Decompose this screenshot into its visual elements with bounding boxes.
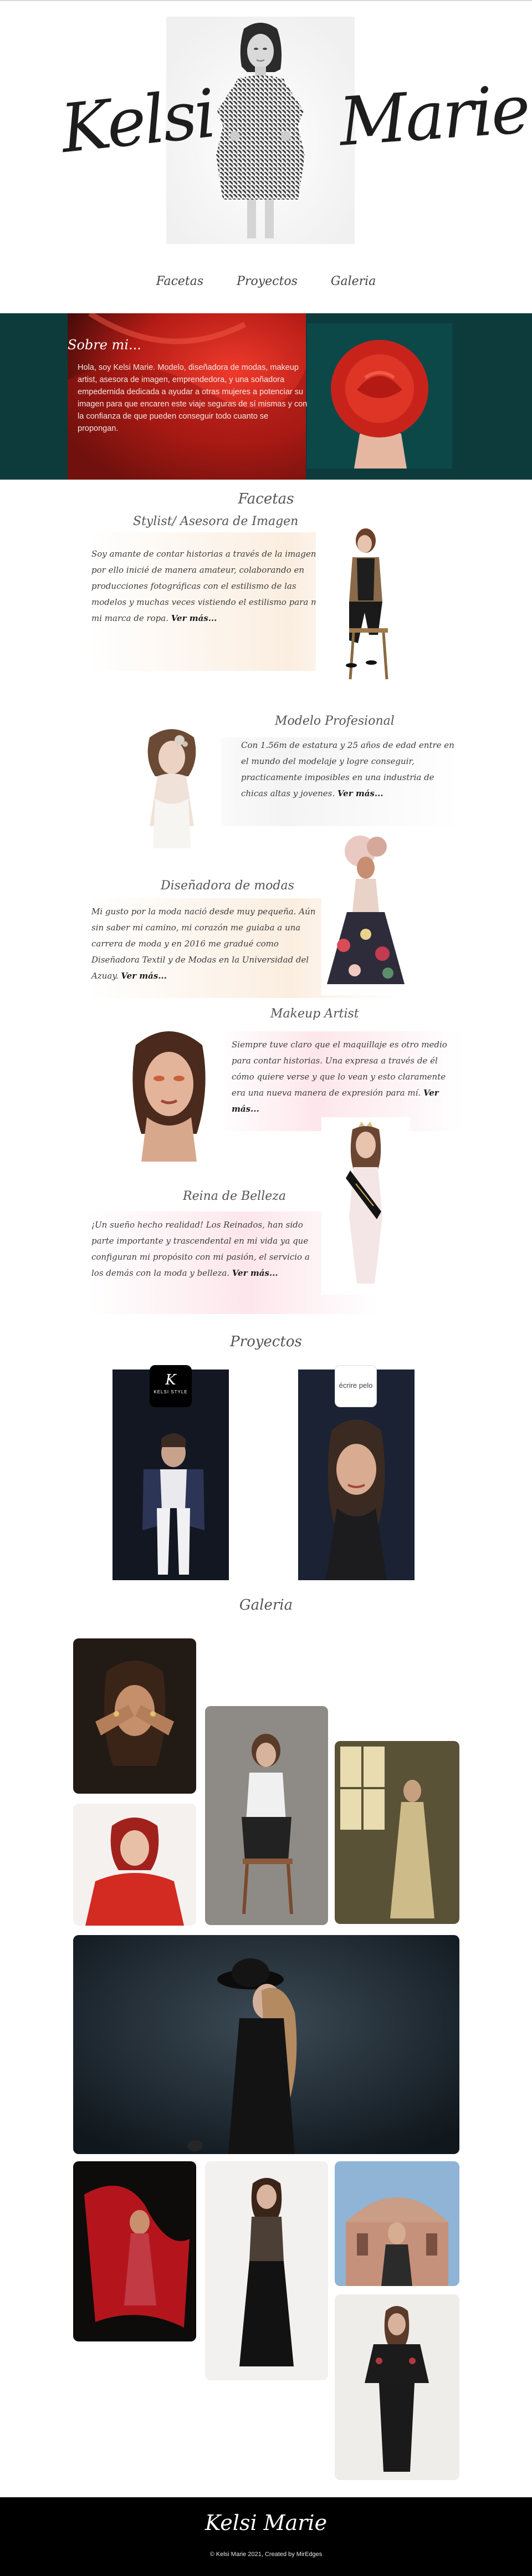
modelo-heading: Modelo Profesional <box>275 714 395 728</box>
nav-link-galeria[interactable]: Galeria <box>331 274 376 288</box>
makeup-heading: Makeup Artist <box>270 1007 359 1021</box>
about-text: Hola, soy Kelsi Marie. Modelo, diseñador… <box>78 363 308 433</box>
ecrire-pelo-logo-text: écrire pelo <box>339 1381 373 1389</box>
top-divider <box>0 0 532 1</box>
footer-copyright: © Kelsi Marie 2021, Created by MirEdges <box>209 2551 323 2558</box>
disenadora-body: Mi gusto por la moda nació desde muy peq… <box>91 907 316 981</box>
disenadora-more-link[interactable]: Ver más... <box>121 971 167 981</box>
stylist-photo <box>316 524 405 690</box>
stylist-more-link[interactable]: Ver más... <box>171 613 217 623</box>
stylist-text: Soy amante de contar historias a través … <box>91 546 330 627</box>
facetas-title: Facetas <box>238 491 294 507</box>
modelo-photo <box>116 715 222 848</box>
nav-link-facetas[interactable]: Facetas <box>156 274 203 288</box>
gallery-photo-hands[interactable] <box>73 1638 196 1794</box>
gallery-photo-window[interactable] <box>335 1741 459 1924</box>
kelsi-style-logo: K KELSI STYLE <box>150 1365 192 1407</box>
reina-photo <box>321 1117 410 1295</box>
gallery-photo-red-sweater[interactable] <box>73 1804 196 1926</box>
disenadora-heading: Diseñadora de modas <box>161 879 294 893</box>
gallery-photo-lace-top[interactable] <box>335 2294 459 2480</box>
reina-heading: Reina de Belleza <box>183 1189 286 1203</box>
brand-last-name: Marie <box>336 71 531 161</box>
modelo-more-link[interactable]: Ver más... <box>337 788 383 798</box>
galeria-title: Galeria <box>239 1597 293 1613</box>
gallery-photo-black-outfit[interactable] <box>205 2161 328 2380</box>
proyectos-title: Proyectos <box>230 1333 302 1350</box>
kelsi-style-logo-mark: K <box>165 1372 176 1388</box>
makeup-body: Siempre tuve claro que el maquillaje es … <box>232 1040 447 1098</box>
main-nav: Facetas Proyectos Galeria <box>0 274 532 288</box>
nav-link-proyectos[interactable]: Proyectos <box>237 274 298 288</box>
footer <box>0 2497 532 2576</box>
reina-more-link[interactable]: Ver más... <box>232 1268 278 1278</box>
gallery-photo-hat[interactable] <box>73 1935 459 2154</box>
about-rose-portrait <box>307 323 452 469</box>
ecrire-pelo-logo: écrire pelo <box>335 1365 377 1407</box>
about-title: Sobre mi... <box>68 337 141 353</box>
makeup-text: Siempre tuve claro que el maquillaje es … <box>232 1037 459 1117</box>
disenadora-text: Mi gusto por la moda nació desde muy peq… <box>91 904 324 984</box>
gallery-photo-red-drape[interactable] <box>73 2161 196 2341</box>
gallery-photo-building[interactable] <box>335 2161 459 2286</box>
kelsi-style-logo-text: KELSI STYLE <box>154 1389 188 1394</box>
disenadora-photo <box>321 834 410 995</box>
modelo-text: Con 1.56m de estatura y 25 años de edad … <box>241 737 463 802</box>
makeup-photo <box>114 1023 224 1162</box>
stylist-body: Soy amante de contar historias a través … <box>91 549 329 623</box>
brand-first-name: Kelsi <box>57 75 218 169</box>
reina-text: ¡Un sueño hecho realidad! Los Reinados, … <box>91 1217 324 1281</box>
gallery-photo-stool[interactable] <box>205 1706 328 1925</box>
stylist-heading: Stylist/ Asesora de Imagen <box>133 515 299 528</box>
footer-logo[interactable]: Kelsi Marie <box>0 2511 532 2535</box>
